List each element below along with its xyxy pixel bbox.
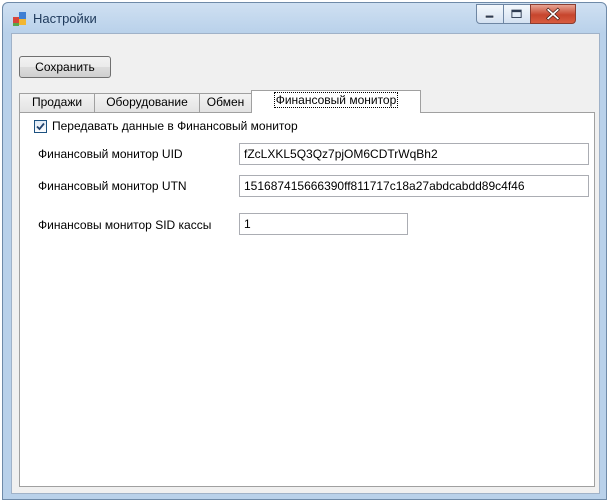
tab-equipment[interactable]: Оборудование	[94, 93, 200, 112]
tab-label: Оборудование	[106, 95, 188, 109]
financial-monitor-panel: Передавать данные в Финансовый монитор Ф…	[19, 112, 595, 487]
tab-financial-monitor[interactable]: Финансовый монитор	[251, 90, 421, 113]
utn-label: Финансовый монитор UTN	[38, 179, 187, 193]
tab-label: Финансовый монитор	[273, 92, 399, 108]
tab-exchange[interactable]: Обмен	[199, 93, 252, 112]
save-button[interactable]: Сохранить	[19, 56, 111, 78]
tab-label: Продажи	[31, 95, 83, 109]
checkmark-icon	[36, 122, 45, 131]
maximize-button[interactable]	[503, 4, 531, 24]
app-icon	[13, 12, 26, 26]
tab-sales[interactable]: Продажи	[19, 93, 95, 112]
uid-field[interactable]: fZcLXKL5Q3Qz7pjOM6CDTrWqBh2	[239, 143, 589, 165]
tab-label: Обмен	[206, 95, 245, 109]
utn-field[interactable]: 151687415666390ff811717c18a27abdcabdd89c…	[239, 175, 589, 197]
client-area: Сохранить Продажи Оборудование Обмен Фин…	[11, 33, 600, 494]
maximize-icon	[511, 9, 522, 18]
settings-window: Настройки Сохранить Продажи Оборудование…	[2, 2, 607, 500]
title-bar[interactable]: Настройки	[3, 3, 606, 33]
sid-field[interactable]: 1	[239, 213, 408, 235]
window-title: Настройки	[33, 11, 97, 26]
close-button[interactable]	[530, 4, 576, 24]
transmit-data-checkbox[interactable]	[34, 120, 47, 133]
sid-label: Финансовы монитор SID кассы	[38, 218, 212, 232]
minimize-icon	[485, 14, 494, 19]
close-icon	[546, 7, 560, 21]
transmit-data-label: Передавать данные в Финансовый монитор	[52, 119, 298, 133]
uid-label: Финансовый монитор UID	[38, 147, 183, 161]
minimize-button[interactable]	[476, 4, 504, 24]
